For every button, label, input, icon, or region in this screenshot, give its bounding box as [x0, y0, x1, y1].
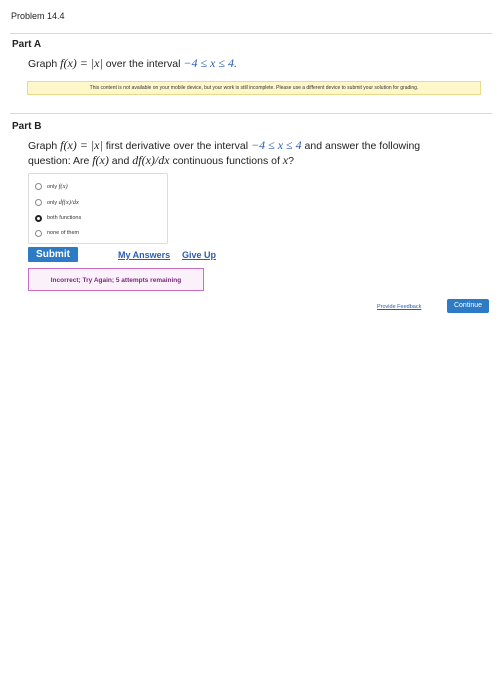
part-b-line-2: question: Are f(x) and df(x)/dx continuo…	[28, 153, 483, 168]
radio-button[interactable]	[35, 198, 42, 206]
part-a-function: f(x) = |x|	[60, 56, 103, 70]
part-b-df: df(x)/dx	[132, 153, 170, 167]
part-a-question: Graph f(x) = |x| over the interval −4 ≤ …	[28, 56, 483, 71]
option-label: both functions	[47, 215, 82, 221]
part-a-text-mid: over the interval	[102, 58, 184, 70]
part-b-text: question: Are	[28, 155, 93, 167]
part-b-text: continuous functions of	[169, 155, 283, 167]
part-b-line-1: Graph f(x) = |x| first derivative over t…	[28, 138, 483, 153]
give-up-link[interactable]: Give Up	[182, 250, 216, 260]
part-b-interval: −4 ≤ x ≤ 4	[251, 138, 302, 152]
part-a-interval: −4 ≤ x ≤ 4.	[183, 56, 237, 70]
part-a-heading: Part A	[12, 39, 42, 50]
part-b-f: f(x)	[92, 153, 109, 167]
problem-title: Problem 14.4	[11, 11, 65, 21]
part-b-text: ?	[288, 155, 294, 167]
option-only-f[interactable]: only f(x)	[35, 180, 68, 192]
answer-options: only f(x) only df(x)/dx both functions n…	[28, 173, 168, 244]
option-none[interactable]: none of them	[35, 227, 79, 239]
submit-button[interactable]: Submit	[28, 247, 78, 262]
part-b-heading: Part B	[12, 121, 42, 132]
my-answers-link[interactable]: My Answers	[118, 250, 170, 260]
divider	[10, 113, 492, 114]
part-b-text-suffix: and answer the following	[301, 140, 421, 152]
divider	[10, 33, 492, 34]
mobile-notice: This content is not available on your mo…	[27, 81, 481, 95]
feedback-message: Incorrect; Try Again; 5 attempts remaini…	[28, 268, 204, 291]
part-b-question: Graph f(x) = |x| first derivative over t…	[28, 138, 483, 168]
part-a-text: Graph	[28, 58, 61, 70]
continue-button[interactable]: Continue	[447, 299, 489, 313]
option-label: none of them	[47, 230, 80, 236]
option-label: only f(x)	[47, 182, 68, 190]
radio-button-selected[interactable]	[35, 214, 42, 222]
part-b-text-mid: first derivative over the interval	[102, 140, 252, 152]
radio-button[interactable]	[35, 182, 42, 190]
part-b-function: f(x) = |x|	[60, 138, 103, 152]
radio-button[interactable]	[35, 229, 42, 237]
option-both-functions[interactable]: both functions	[35, 212, 81, 224]
option-label: only df(x)/dx	[47, 198, 79, 206]
option-only-df[interactable]: only df(x)/dx	[35, 196, 79, 208]
part-b-text: and	[108, 155, 133, 167]
provide-feedback-link[interactable]: Provide Feedback	[377, 304, 421, 310]
part-b-text: Graph	[28, 140, 61, 152]
